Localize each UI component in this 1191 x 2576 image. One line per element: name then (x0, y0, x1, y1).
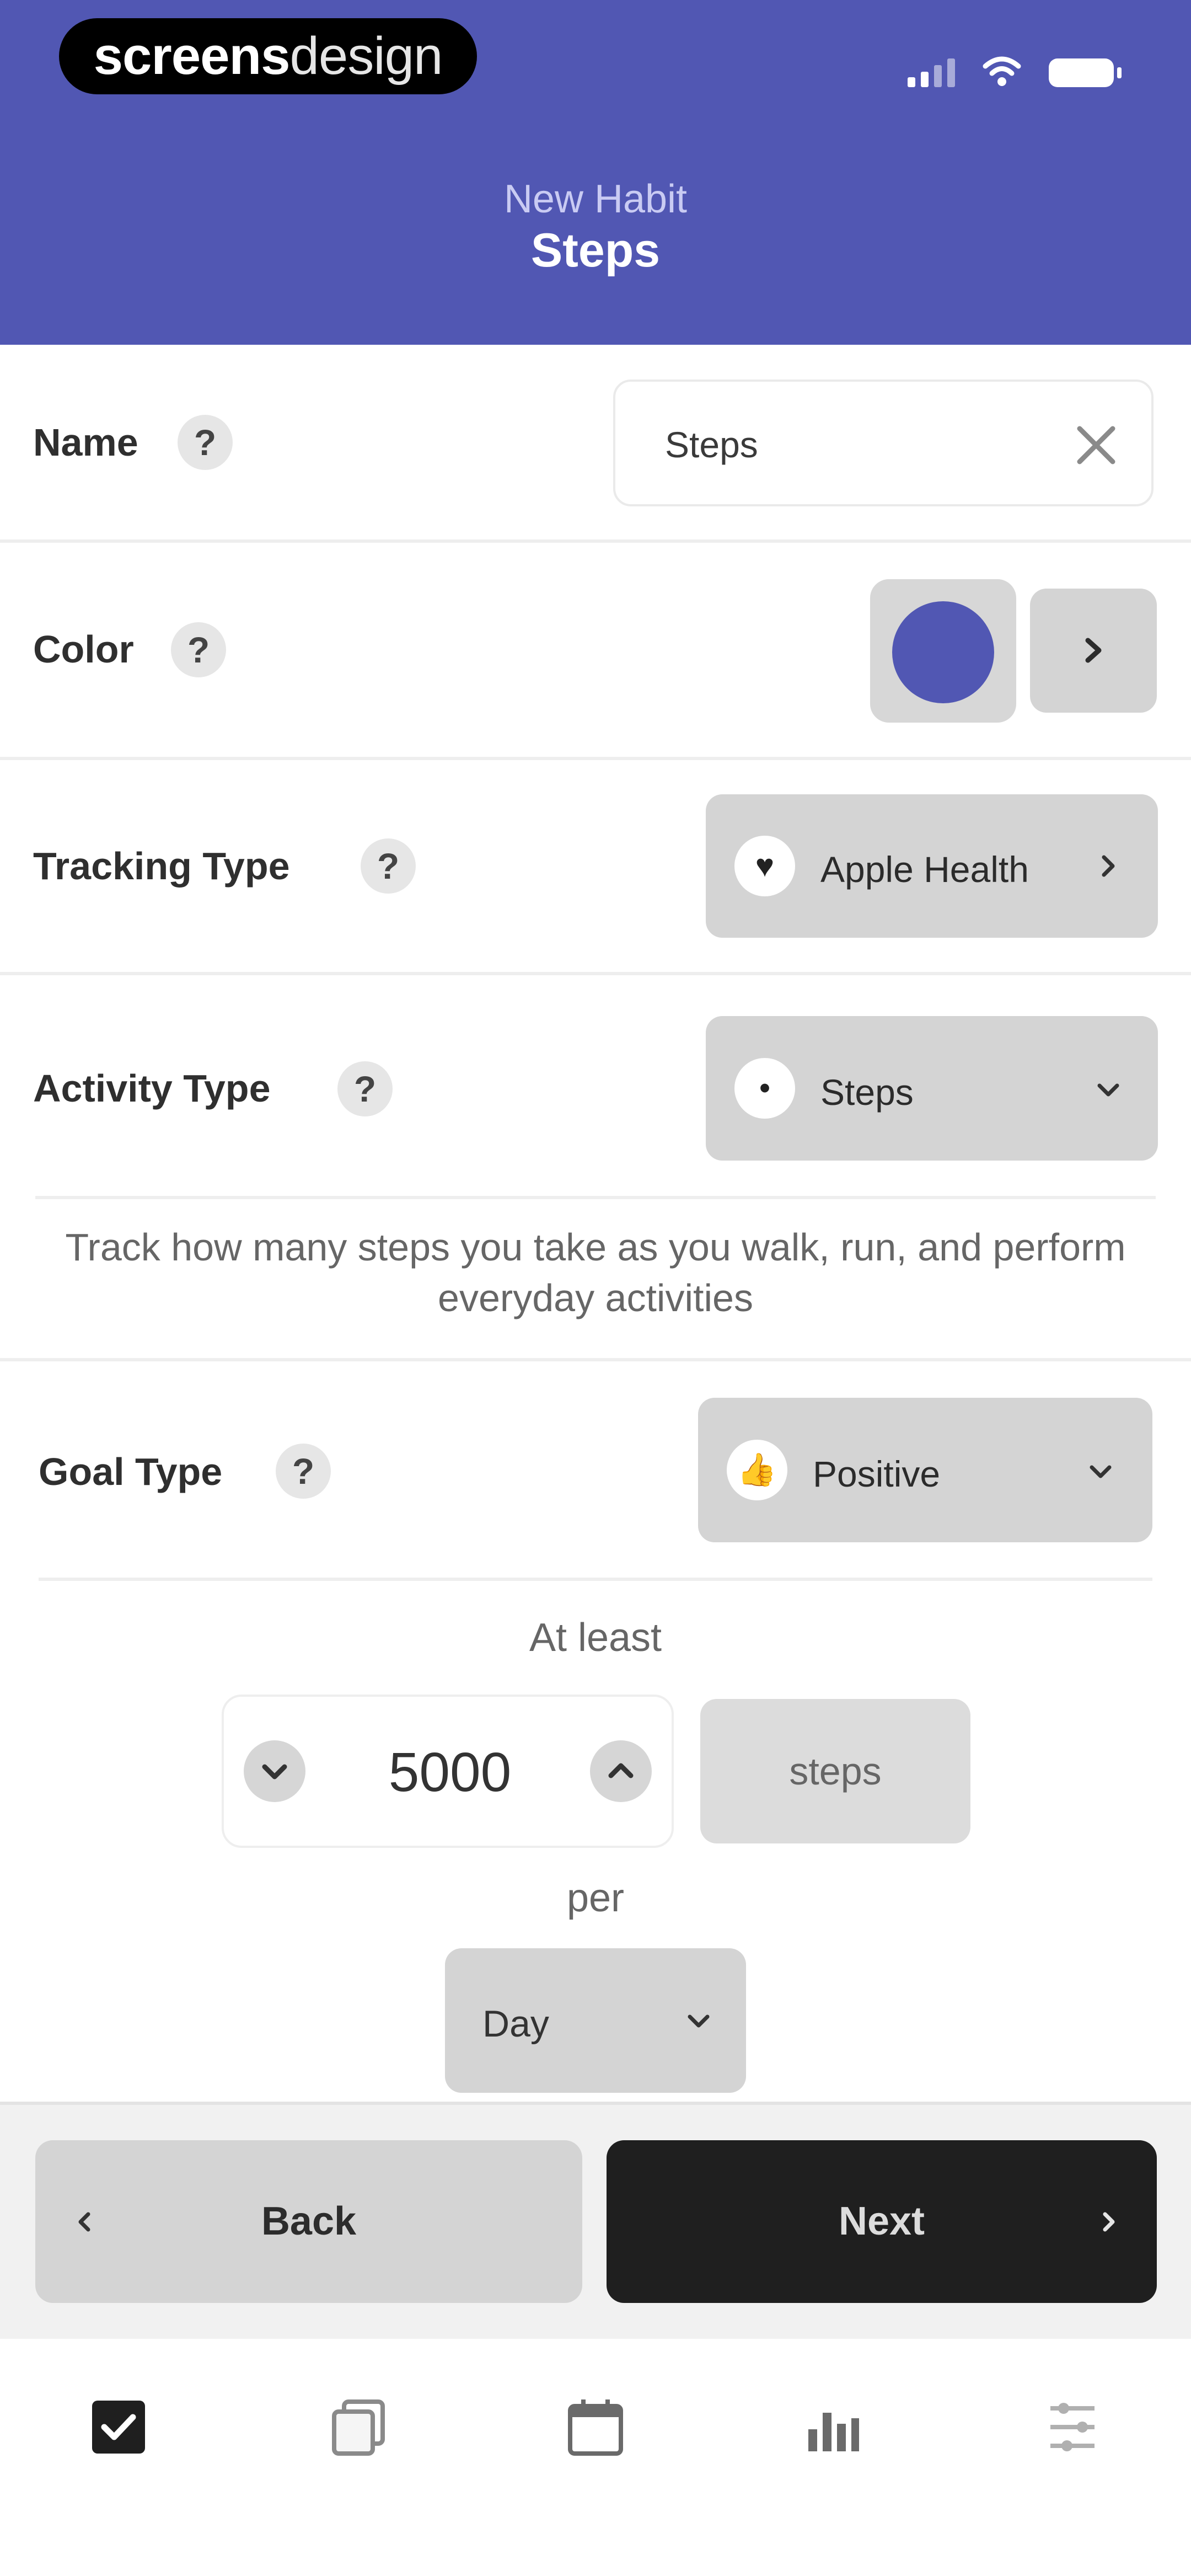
color-picker-button[interactable] (1030, 589, 1157, 713)
goal-type-label: Goal Type (39, 1450, 223, 1493)
goal-type-value: Positive (813, 1453, 941, 1494)
thumbs-up-icon: 👍 (727, 1440, 787, 1500)
increment-button[interactable] (590, 1740, 652, 1802)
divider (0, 539, 1191, 543)
period-select[interactable]: Day (445, 1948, 746, 2093)
battery-icon (1049, 58, 1122, 87)
calendar-icon (568, 2399, 623, 2456)
activity-description: Track how many steps you take as you wal… (65, 1226, 1126, 1319)
chevron-down-icon (1097, 1083, 1119, 1097)
brand-logo: screensdesign (59, 18, 477, 94)
name-input[interactable] (664, 414, 1052, 475)
decrement-button[interactable] (244, 1740, 305, 1802)
activity-type-help-icon[interactable]: ? (337, 1061, 393, 1116)
per-label: per (566, 1876, 625, 1920)
clear-icon[interactable] (1063, 412, 1129, 478)
habits-icon (92, 2401, 145, 2454)
tab-calendar[interactable] (562, 2394, 629, 2460)
goal-type-help-icon[interactable]: ? (276, 1444, 331, 1499)
brand-light: design (289, 26, 443, 85)
goal-type-select[interactable]: 👍 Positive (698, 1398, 1152, 1542)
back-button[interactable]: Back (35, 2140, 582, 2303)
color-label: Color (33, 628, 134, 671)
tab-settings[interactable] (1039, 2394, 1106, 2460)
stats-icon (808, 2413, 859, 2451)
goal-amount-stepper[interactable]: 5000 (222, 1695, 674, 1848)
activity-type-select[interactable]: • Steps (706, 1016, 1158, 1161)
header-subtitle: New Habit (503, 177, 688, 221)
journal-icon (332, 2399, 385, 2456)
goal-qualifier: At least (529, 1616, 662, 1660)
tab-stats[interactable] (800, 2394, 866, 2460)
divider (35, 1196, 1156, 1199)
next-button[interactable]: Next (607, 2140, 1157, 2303)
divider (0, 972, 1191, 975)
name-field[interactable] (613, 380, 1154, 506)
page-title: Steps (530, 224, 661, 277)
activity-type-value: Steps (820, 1072, 914, 1113)
back-button-label: Back (261, 2199, 357, 2243)
tab-bar (0, 2339, 1191, 2576)
wifi-icon (983, 56, 1021, 86)
goal-amount-value: 5000 (388, 1741, 512, 1803)
settings-icon (1050, 2403, 1095, 2451)
tracking-type-select[interactable]: ♥ Apple Health (706, 794, 1158, 938)
divider (0, 757, 1191, 760)
tab-habits[interactable] (85, 2394, 152, 2460)
status-icons (908, 49, 1122, 87)
tab-journal[interactable] (325, 2394, 391, 2460)
chevron-up-icon (608, 1763, 634, 1778)
heart-icon: ♥ (734, 836, 795, 896)
activity-type-label: Activity Type (33, 1067, 271, 1110)
tracking-type-label: Tracking Type (33, 845, 290, 888)
divider (0, 2102, 1191, 2105)
divider (39, 1578, 1152, 1581)
brand-bold: screens (93, 26, 291, 85)
chevron-down-icon (688, 2014, 710, 2028)
chevron-down-icon (1090, 1465, 1112, 1478)
tracking-type-value: Apple Health (820, 849, 1029, 890)
color-help-icon[interactable]: ? (171, 622, 226, 677)
next-button-label: Next (838, 2199, 925, 2243)
signal-icon (908, 58, 955, 87)
name-help-icon[interactable]: ? (178, 415, 233, 470)
goal-unit-button[interactable]: steps (700, 1699, 970, 1843)
tracking-type-help-icon[interactable]: ? (361, 838, 416, 894)
color-swatch-button[interactable] (870, 579, 1016, 723)
color-swatch (892, 601, 994, 703)
divider (0, 1358, 1191, 1361)
chevron-right-icon (1103, 2212, 1115, 2232)
chevron-right-icon (1102, 855, 1115, 877)
footprint-icon: • (734, 1058, 795, 1119)
chevron-right-icon (1085, 638, 1102, 663)
period-value: Day (482, 2003, 549, 2045)
chevron-down-icon (262, 1764, 287, 1779)
name-label: Name (33, 421, 138, 464)
